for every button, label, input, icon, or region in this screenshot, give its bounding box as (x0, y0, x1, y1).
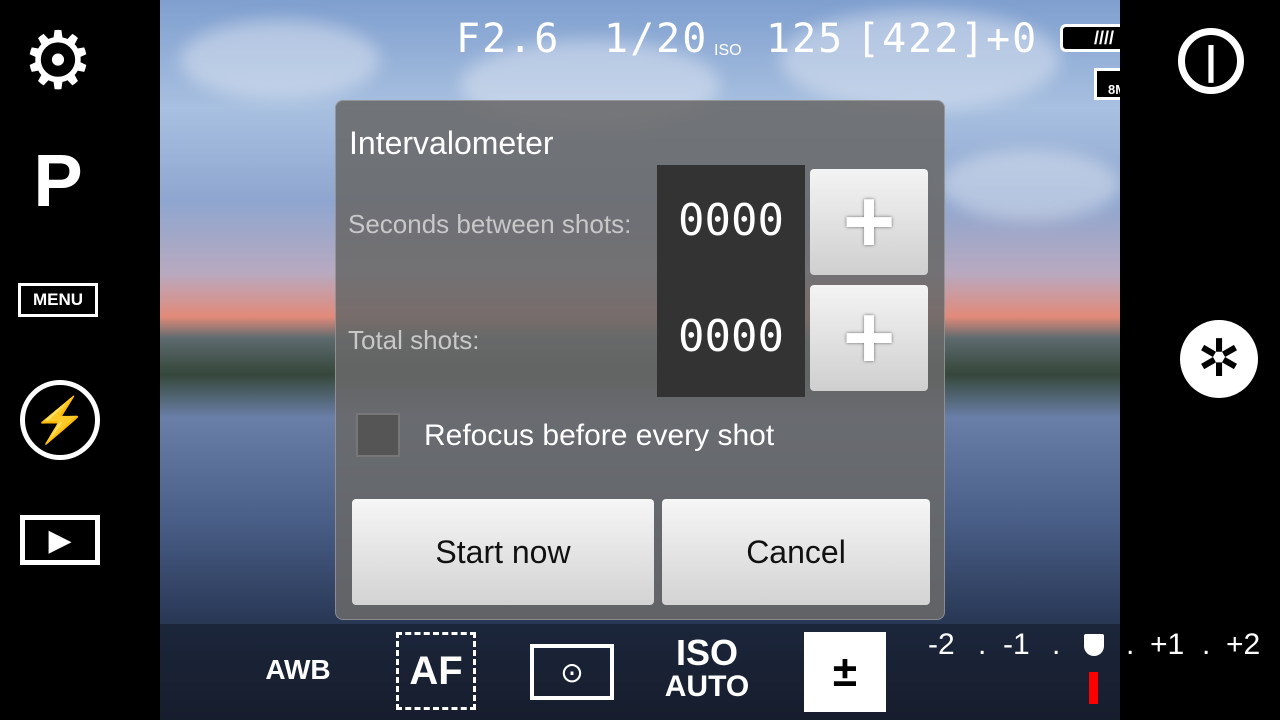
ev-scale-tick: -2 (928, 628, 955, 661)
autofocus-button[interactable]: AF (396, 632, 476, 710)
ev-scale-tick: +1 (1150, 628, 1185, 661)
shots-remaining: [422] (856, 16, 987, 62)
power-icon[interactable]: | (1178, 28, 1244, 94)
ev-readout: +0 (986, 16, 1039, 62)
seconds-value[interactable]: 0000 (657, 195, 805, 246)
mode-button[interactable]: P (20, 139, 96, 222)
shutter-aperture-icon[interactable]: ✲ (1180, 320, 1258, 398)
ev-scale-tick: . (1052, 628, 1061, 661)
settings-gear-icon[interactable]: ⚙ (18, 16, 98, 105)
seconds-increment-button[interactable]: + (810, 169, 928, 275)
ev-scale-tick: . (1202, 628, 1211, 661)
playback-icon[interactable]: ▶ (20, 515, 100, 565)
left-toolbar: ⚙ P MENU ⚡ ▶ (0, 0, 160, 720)
total-shots-value[interactable]: 0000 (657, 311, 805, 362)
iso-button[interactable]: ISO AUTO (664, 632, 750, 704)
intervalometer-dialog: Intervalometer 0000 0000 Seconds between… (335, 100, 945, 620)
refocus-checkbox[interactable] (356, 413, 400, 457)
ev-scale-tick: -1 (1003, 628, 1030, 661)
metering-icon[interactable]: ⊙ (530, 644, 614, 700)
start-now-button[interactable]: Start now (352, 499, 654, 605)
iso-label: ISO (714, 42, 742, 59)
aperture-readout: F2.6 (456, 16, 561, 62)
total-shots-increment-button[interactable]: + (810, 285, 928, 391)
iso-button-label: ISO (675, 632, 738, 673)
ev-indicator-bar (1089, 672, 1098, 704)
right-toolbar: | ✲ (1120, 0, 1280, 720)
white-balance-button[interactable]: AWB (258, 652, 338, 688)
seconds-label: Seconds between shots: (348, 209, 632, 239)
total-shots-label: Total shots: (348, 325, 480, 355)
ev-scale-tick: . (978, 628, 987, 661)
ev-scale-tick: +2 (1226, 628, 1261, 661)
exposure-compensation-icon[interactable]: ± (804, 632, 886, 712)
iso-readout: 125 (766, 16, 845, 62)
flash-auto-icon[interactable]: ⚡ (20, 380, 100, 460)
cancel-button[interactable]: Cancel (662, 499, 930, 605)
menu-button[interactable]: MENU (18, 283, 98, 317)
iso-button-mode: AUTO (664, 670, 750, 703)
dialog-title: Intervalometer (349, 125, 554, 161)
refocus-label[interactable]: Refocus before every shot (424, 419, 774, 453)
shutter-readout: 1/20 (604, 16, 709, 62)
ev-marker-icon (1084, 634, 1104, 656)
ev-scale-tick: . (1126, 628, 1135, 661)
value-display: 0000 0000 (657, 165, 805, 397)
